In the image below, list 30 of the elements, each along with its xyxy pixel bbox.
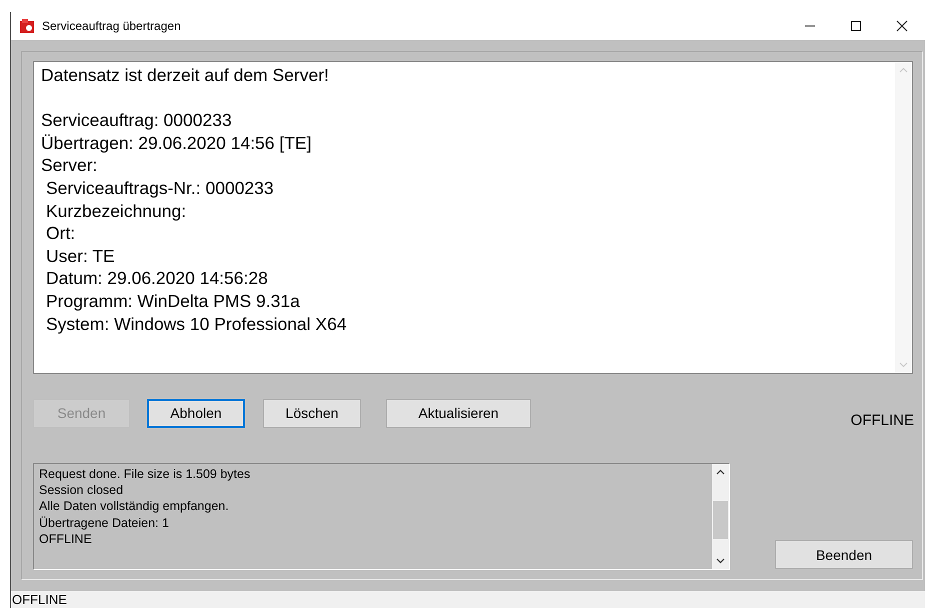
scrollbar-thumb[interactable] <box>713 500 728 538</box>
window-title: Serviceauftrag übertragen <box>42 19 181 33</box>
scroll-up-icon[interactable] <box>716 469 725 475</box>
log-textbox[interactable]: Request done. File size is 1.509 bytes Session closed Alle Daten vollständig empfangen. Übertragene Dateien: 1 OFFLINE <box>33 463 730 570</box>
action-button[interactable]: Aktualisieren <box>386 398 531 428</box>
detail-line: Kurzbezeichnung: <box>45 200 188 222</box>
detail-line: Datensatz ist derzeit auf dem Server! <box>41 64 330 87</box>
detail-line: Ort: <box>45 222 76 245</box>
detail-line: System: Windows 10 Professional X64 <box>45 312 348 336</box>
status-text: OFFLINE <box>12 592 67 607</box>
maximize-icon <box>850 20 862 32</box>
connection-status: OFFLINE <box>850 412 914 428</box>
log-line: Alle Daten vollständig empfangen. <box>39 498 230 515</box>
log-line: OFFLINE <box>39 530 93 548</box>
app-icon <box>19 18 35 34</box>
exit-button[interactable]: Beenden <box>775 540 913 569</box>
log-line: Übertragene Dateien: 1 <box>39 514 170 531</box>
detail-line: Datum: 29.06.2020 14:56:28 <box>45 267 269 290</box>
log-line: Request done. File size is 1.509 bytes <box>39 466 252 482</box>
log-line: Session closed <box>39 482 124 498</box>
close-icon <box>896 20 908 32</box>
detail-line: Übertragen: 29.06.2020 14:56 [TE] <box>41 132 312 154</box>
detail-line: Serviceauftrag: 0000233 <box>41 109 233 132</box>
detail-line: Server: <box>41 154 98 177</box>
action-button[interactable]: Abholen <box>147 398 245 428</box>
scroll-down-icon[interactable] <box>716 558 725 564</box>
action-button[interactable]: Löschen <box>263 398 361 428</box>
detail-line: User: TE <box>45 244 116 268</box>
detail-line: Programm: WinDelta PMS 9.31a <box>45 290 301 313</box>
detail-line: Serviceauftrags-Nr.: 0000233 <box>45 176 275 200</box>
